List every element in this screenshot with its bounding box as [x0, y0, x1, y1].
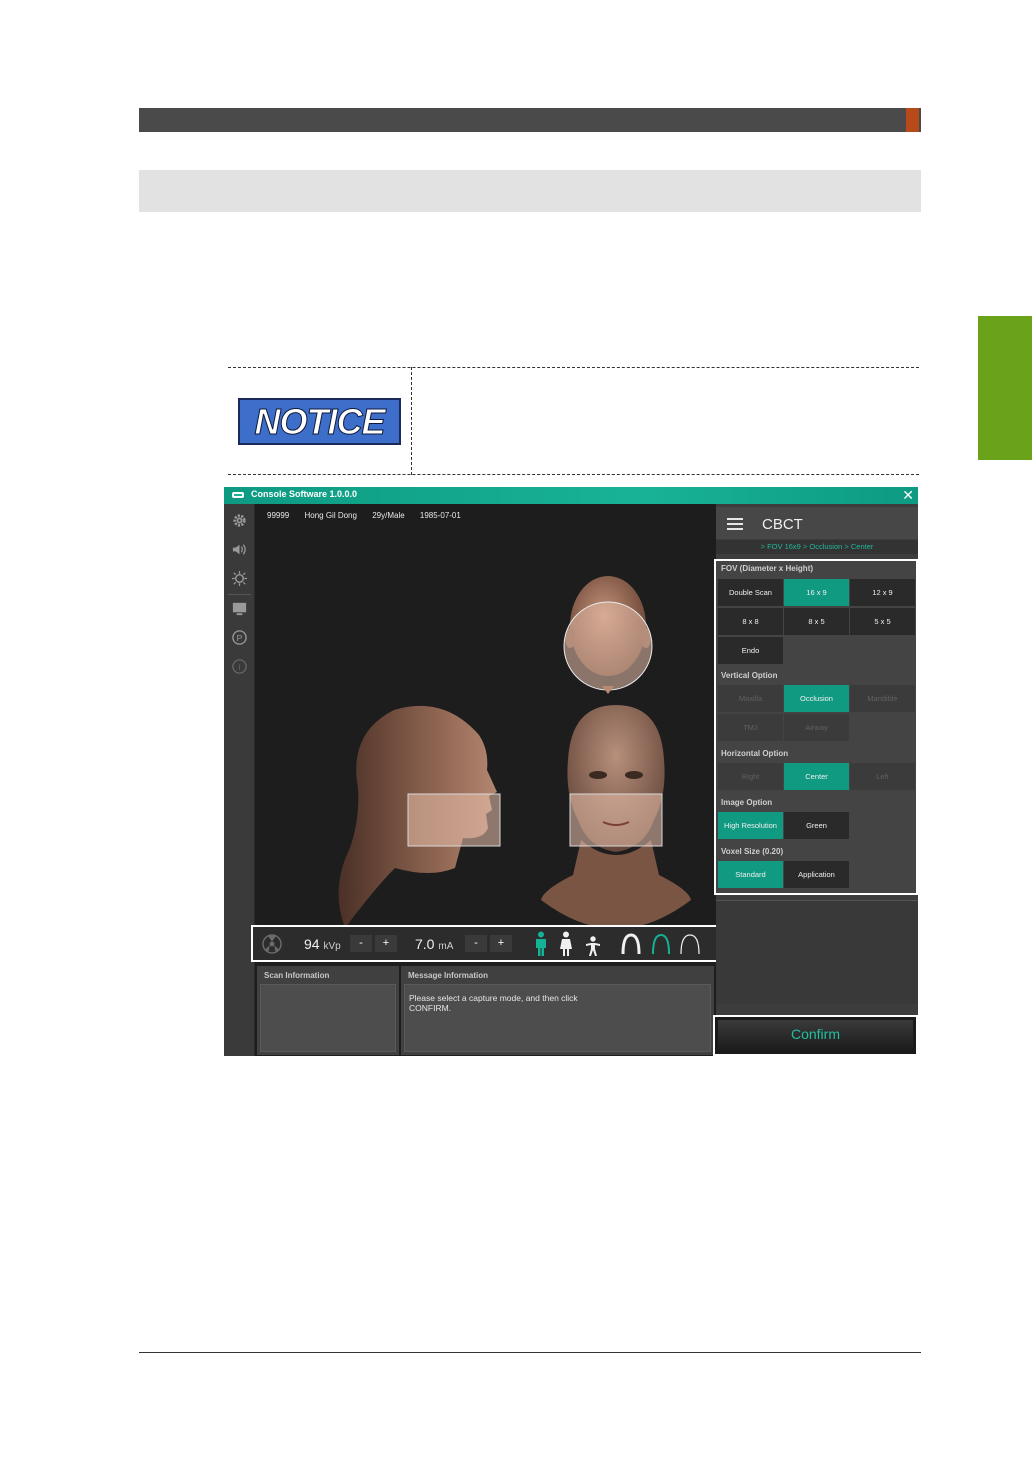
message-text: Please select a capture mode, and then c…: [409, 993, 578, 1013]
kvp-value: 94: [304, 936, 320, 952]
svg-text:i: i: [239, 662, 241, 672]
vertical-occlusion-button[interactable]: Occlusion: [784, 685, 849, 712]
vertical-tmj-button[interactable]: TMJ: [718, 714, 783, 741]
notice-divider: [411, 367, 412, 475]
scan-information-title: Scan Information: [264, 971, 330, 980]
message-information-panel: Message Information Please select a capt…: [401, 966, 714, 1055]
arch-wide-icon[interactable]: [679, 933, 701, 955]
window-title: Console Software 1.0.0.0: [251, 489, 358, 499]
kvp-readout: 94 kVp: [304, 936, 341, 952]
kvp-unit: kVp: [323, 941, 341, 952]
adult-male-icon[interactable]: [532, 931, 550, 957]
3d-head-viewport: [257, 504, 715, 929]
ma-readout: 7.0 mA: [415, 936, 453, 952]
speaker-icon[interactable]: [231, 541, 248, 558]
fov-5x5-button[interactable]: 5 x 5: [850, 608, 915, 635]
console-software-window: Console Software 1.0.0.0 ✕ P i 99999 Hon…: [224, 487, 918, 1056]
app-icon: [232, 492, 244, 498]
panel-header: CBCT: [716, 507, 918, 539]
capture-options-group: FOV (Diameter x Height) Double Scan 16 x…: [714, 559, 918, 895]
head-front-view-image: [541, 705, 691, 929]
fov-double-scan-button[interactable]: Double Scan: [718, 579, 783, 606]
section-heading-band: [139, 170, 921, 212]
child-icon[interactable]: [584, 931, 602, 957]
image-option-label: Image Option: [721, 798, 773, 807]
horizontal-right-button[interactable]: Right: [718, 763, 783, 790]
fov-8x8-button[interactable]: 8 x 8: [718, 608, 783, 635]
scan-information-panel: Scan Information: [257, 966, 399, 1055]
ma-unit: mA: [438, 941, 454, 952]
notice-label: NOTICE: [254, 400, 386, 442]
ma-increase-button[interactable]: +: [490, 935, 512, 952]
preview-icon[interactable]: P: [231, 629, 248, 646]
head-side-view-image: [338, 705, 501, 928]
fov-8x5-button[interactable]: 8 x 5: [784, 608, 849, 635]
chapter-header-bar: [139, 108, 921, 132]
svg-text:P: P: [237, 633, 243, 643]
chapter-side-tab: [978, 316, 1032, 460]
confirm-button[interactable]: Confirm: [718, 1020, 913, 1051]
ma-decrease-button[interactable]: -: [465, 935, 487, 952]
adult-female-icon[interactable]: [557, 931, 575, 957]
fov-endo-button[interactable]: Endo: [718, 637, 783, 664]
voxel-application-button[interactable]: Application: [784, 861, 849, 888]
gear-icon[interactable]: [231, 512, 248, 529]
patient-age-sex: 29y/Male: [372, 511, 405, 520]
left-toolbar: P i: [224, 504, 255, 1056]
patient-id: 99999: [267, 511, 290, 520]
horizontal-left-button[interactable]: Left: [850, 763, 915, 790]
monitor-icon[interactable]: [231, 600, 248, 617]
kvp-increase-button[interactable]: +: [375, 935, 397, 952]
vertical-mandible-button[interactable]: Mandible: [850, 685, 915, 712]
chapter-header-accent: [906, 108, 919, 132]
capture-mode-panel: CBCT > FOV 16x9 > Occlusion > Center FOV…: [713, 504, 918, 1056]
kvp-decrease-button[interactable]: -: [350, 935, 372, 952]
arch-narrow-icon[interactable]: [620, 933, 642, 955]
horizontal-option-label: Horizontal Option: [721, 749, 789, 758]
scan-information-body: [260, 984, 396, 1052]
exposure-parameter-bar: 94 kVp - + 7.0 mA - +: [251, 925, 718, 962]
patient-info-bar: 99999 Hong Gil Dong 29y/Male 1985-07-01: [267, 511, 474, 520]
mode-title: CBCT: [762, 516, 803, 533]
radiation-icon: [262, 934, 282, 954]
xray-tube-icon[interactable]: [231, 570, 248, 587]
toolbar-separator: [228, 594, 251, 595]
patient-dob: 1985-07-01: [419, 511, 461, 520]
vertical-airway-button[interactable]: Airway: [784, 714, 849, 741]
patient-name: Hong Gil Dong: [304, 511, 357, 520]
vertical-maxilla-button[interactable]: Maxilla: [718, 685, 783, 712]
voxel-size-label: Voxel Size (0.20): [721, 847, 784, 856]
footer-rule: [139, 1352, 921, 1353]
fov-16x9-button[interactable]: 16 x 9: [784, 579, 849, 606]
image-green-button[interactable]: Green: [784, 812, 849, 839]
panel-lower-area: [716, 900, 918, 1004]
breadcrumb: > FOV 16x9 > Occlusion > Center: [716, 540, 918, 554]
arch-normal-icon[interactable]: [650, 933, 672, 955]
close-icon[interactable]: ✕: [902, 487, 914, 504]
confirm-button-frame: Confirm: [713, 1015, 918, 1056]
ma-value: 7.0: [415, 936, 435, 952]
title-bar: Console Software 1.0.0.0 ✕: [224, 487, 918, 504]
head-top-view-image: [563, 576, 653, 694]
fov-label: FOV (Diameter x Height): [721, 564, 814, 573]
message-information-title: Message Information: [408, 971, 489, 980]
vertical-option-label: Vertical Option: [721, 671, 778, 680]
fov-12x9-button[interactable]: 12 x 9: [850, 579, 915, 606]
voxel-standard-button[interactable]: Standard: [718, 861, 783, 888]
notice-badge: NOTICE: [238, 398, 401, 445]
menu-icon[interactable]: [727, 518, 743, 530]
horizontal-center-button[interactable]: Center: [784, 763, 849, 790]
image-high-resolution-button[interactable]: High Resolution: [718, 812, 783, 839]
info-icon[interactable]: i: [231, 658, 248, 675]
